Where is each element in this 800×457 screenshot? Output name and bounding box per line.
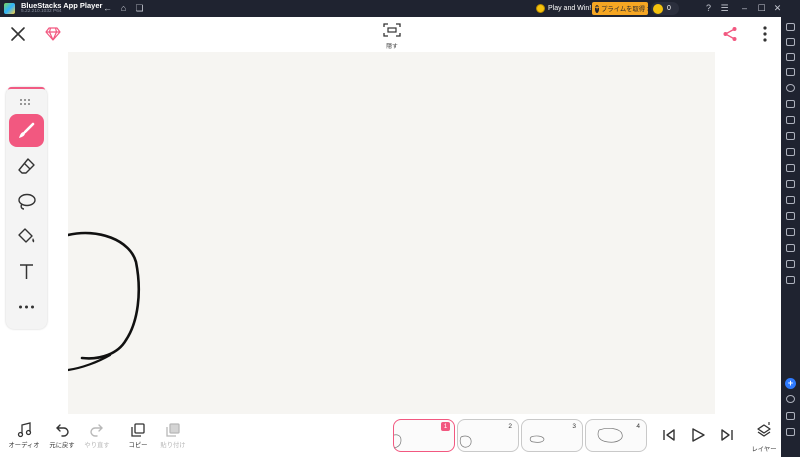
sidebar-volume-icon[interactable] — [786, 38, 795, 46]
copy-icon — [131, 423, 145, 437]
sidebar-rotate-icon[interactable] — [786, 196, 795, 204]
premium-button[interactable]: + プライムを取得 > — [592, 2, 648, 15]
sidebar-apk-icon[interactable] — [786, 116, 795, 124]
close-icon[interactable] — [10, 26, 26, 42]
tool-fill[interactable] — [9, 220, 44, 253]
coin-icon — [653, 3, 663, 14]
audio-label: オーディオ — [8, 442, 40, 449]
audio-button[interactable]: オーディオ — [4, 422, 44, 449]
tool-eraser[interactable] — [9, 150, 44, 183]
redo-button[interactable]: やり直す — [77, 422, 117, 449]
sidebar-sync-icon[interactable] — [786, 276, 795, 284]
gem-icon[interactable] — [45, 26, 61, 42]
more-menu-icon[interactable] — [758, 25, 772, 43]
sidebar-screenshot-icon[interactable] — [786, 68, 795, 76]
frame-number: 4 — [636, 423, 640, 430]
sidebar-media-icon[interactable] — [786, 164, 795, 172]
redo-icon — [90, 424, 103, 437]
bluestacks-sidebar: + — [781, 17, 800, 457]
sidebar-gamepad-icon[interactable] — [786, 100, 795, 108]
sidebar-macro-icon[interactable] — [786, 148, 795, 156]
copy-button[interactable]: コピー — [118, 422, 158, 449]
layer-label: レイヤー — [751, 446, 777, 453]
minimize-icon[interactable]: – — [738, 2, 751, 15]
sidebar-add-icon[interactable]: + — [785, 378, 796, 389]
music-note-icon — [17, 422, 32, 438]
layer-button[interactable]: レイヤー — [749, 420, 779, 453]
app-top-bar: 隠す — [0, 17, 781, 52]
redo-label: やり直す — [84, 442, 110, 449]
sidebar-settings-icon[interactable] — [786, 395, 795, 403]
play-and-win-button[interactable]: Play and Win! — [536, 2, 591, 15]
frame-number: 3 — [572, 423, 576, 430]
recent-apps-icon[interactable]: ❏ — [133, 2, 146, 15]
copy-label: コピー — [128, 442, 148, 449]
window-version: 5.22.210.1032 P64 — [21, 9, 62, 14]
paste-label: 貼り付け — [160, 442, 186, 449]
more-tools-icon — [19, 305, 34, 309]
frame-number: 1 — [441, 422, 450, 431]
sidebar-folder-icon[interactable] — [786, 180, 795, 188]
sidebar-home-icon[interactable] — [786, 428, 795, 436]
hide-ui-label: 隠す — [386, 44, 398, 50]
frame-thumbnail-1[interactable]: 1 — [393, 419, 455, 452]
hide-ui-button[interactable]: 隠す — [381, 21, 403, 50]
sidebar-record-icon[interactable] — [786, 84, 795, 92]
home-icon[interactable]: ⌂ — [117, 2, 130, 15]
undo-button[interactable]: 元に戻す — [42, 422, 82, 449]
layers-icon — [757, 422, 771, 437]
premium-label: プライムを取得 > — [601, 6, 648, 13]
bluestacks-titlebar: BlueStacks App Player 5.22.210.1032 P64 … — [0, 0, 800, 17]
tool-text[interactable] — [9, 255, 44, 288]
bottom-toolbar: オーディオ 元に戻す やり直す コピー 貼り付け 1 2 3 4 レイヤー — [0, 414, 781, 457]
sidebar-back-icon[interactable] — [786, 412, 795, 420]
hamburger-menu-icon[interactable]: ☰ — [718, 2, 731, 15]
sidebar-layers-icon[interactable] — [786, 244, 795, 252]
skip-forward-icon[interactable] — [718, 426, 736, 444]
drag-handle-icon[interactable] — [19, 98, 33, 106]
back-icon[interactable]: ← — [101, 2, 114, 15]
stroke-drawing — [68, 231, 141, 372]
text-icon — [20, 264, 33, 279]
maximize-icon[interactable]: ☐ — [755, 2, 768, 15]
coin-count: 0 — [667, 5, 671, 12]
tool-palette — [6, 87, 47, 329]
undo-icon — [56, 424, 69, 437]
tool-brush[interactable] — [9, 114, 44, 147]
coin-counter[interactable]: 0 — [651, 2, 679, 15]
plus-icon: + — [595, 4, 600, 13]
frame-thumbnail-3[interactable]: 3 — [521, 419, 583, 452]
drawing-canvas[interactable] — [68, 52, 715, 414]
eraser-icon — [18, 158, 35, 174]
sidebar-eco-icon[interactable] — [786, 228, 795, 236]
palette-accent-line — [8, 87, 45, 90]
paste-icon — [166, 423, 180, 437]
share-icon[interactable] — [722, 26, 738, 42]
sidebar-expand-icon[interactable] — [786, 23, 795, 31]
bluestacks-logo — [4, 3, 15, 14]
frame-number: 2 — [508, 423, 512, 430]
tool-more[interactable] — [9, 290, 44, 323]
paint-bucket-icon — [18, 228, 35, 243]
undo-label: 元に戻す — [49, 442, 75, 449]
frame-thumbnail-4[interactable]: 4 — [585, 419, 647, 452]
sidebar-multi-instance-icon[interactable] — [786, 260, 795, 268]
play-and-win-label: Play and Win! — [548, 5, 592, 12]
lasso-icon — [18, 193, 36, 210]
help-icon[interactable]: ? — [702, 2, 715, 15]
paste-button[interactable]: 貼り付け — [153, 422, 193, 449]
tool-lasso[interactable] — [9, 185, 44, 218]
sidebar-play-store-icon[interactable] — [786, 53, 795, 61]
play-icon[interactable] — [689, 426, 707, 444]
window-close-icon[interactable]: ✕ — [771, 2, 784, 15]
play-win-icon — [536, 4, 545, 13]
brush-icon — [19, 122, 35, 138]
hide-ui-icon — [383, 23, 401, 37]
skip-back-icon[interactable] — [660, 426, 678, 444]
sidebar-shake-icon[interactable] — [786, 212, 795, 220]
frame-thumbnail-2[interactable]: 2 — [457, 419, 519, 452]
sidebar-capture-icon[interactable] — [786, 132, 795, 140]
